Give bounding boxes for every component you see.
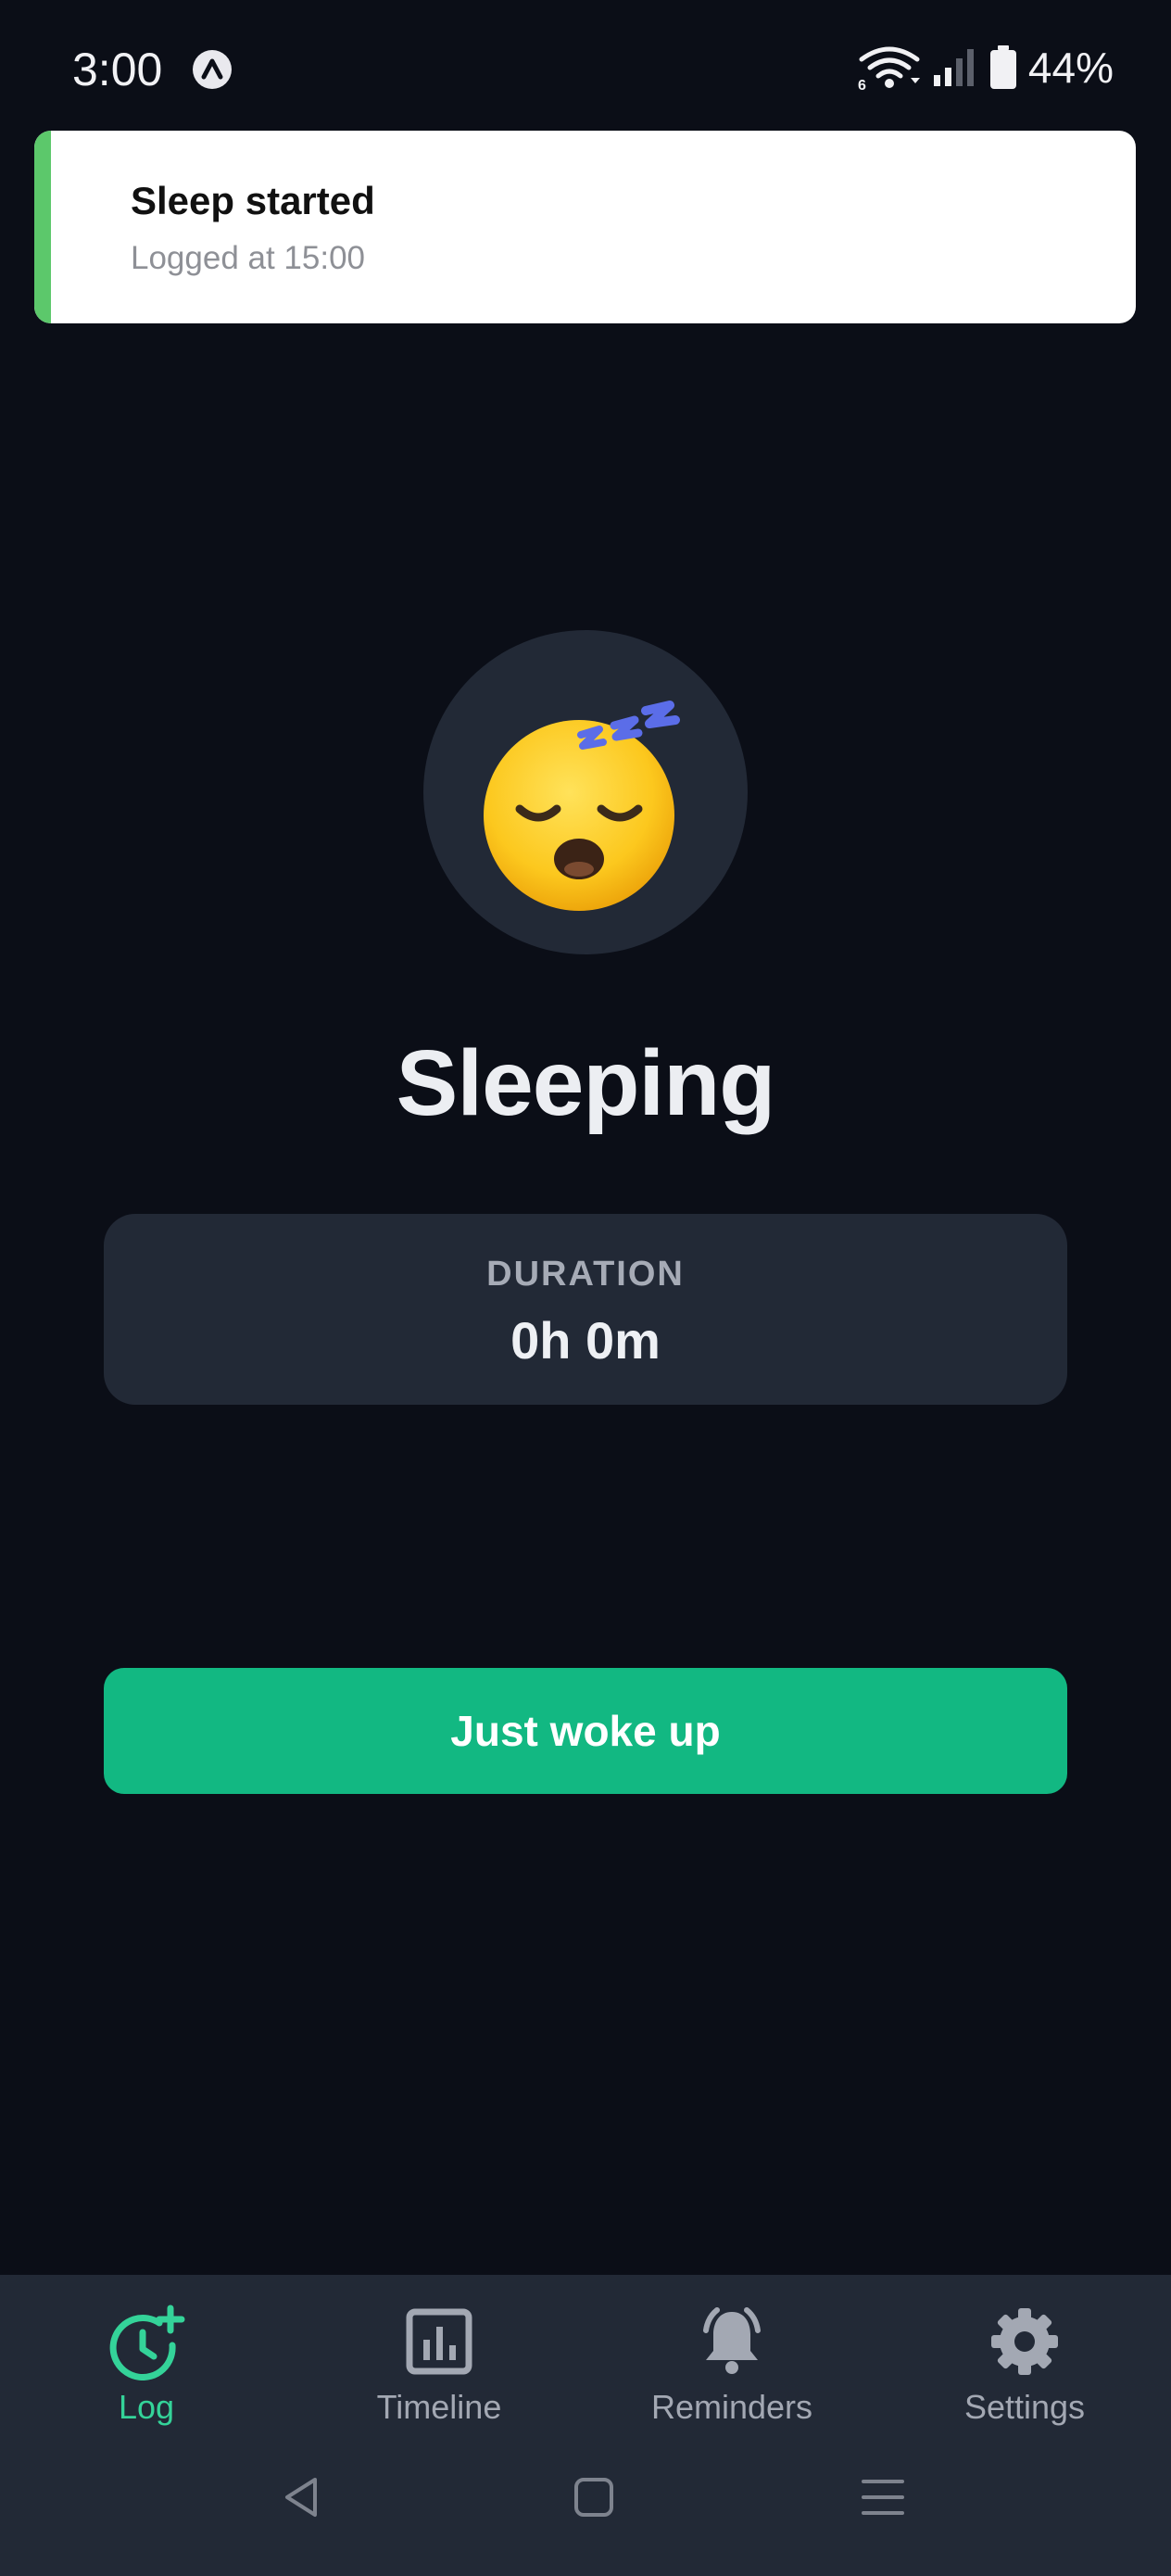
nav-label-settings: Settings <box>963 2388 1086 2426</box>
toast-accent-bar <box>34 131 51 323</box>
nav-label-log: Log <box>118 2388 175 2426</box>
gear-icon <box>991 2308 1058 2375</box>
duration-card: DURATION 0h 0m <box>104 1214 1067 1405</box>
nav-item-reminders[interactable]: Reminders <box>586 2275 878 2451</box>
sleep-status-title: Sleeping <box>396 1031 776 1135</box>
network-type-label: 6 <box>858 78 866 91</box>
toast-subtitle: Logged at 15:00 <box>131 240 366 276</box>
bar-chart-icon <box>406 2308 472 2375</box>
bottom-navigation: Log Timeline Reminders Settings <box>0 2275 1171 2576</box>
battery-percent: 44% <box>1027 44 1114 92</box>
duration-label: DURATION <box>486 1255 685 1294</box>
toast-title: Sleep started <box>131 179 375 222</box>
back-icon[interactable] <box>278 2474 324 2520</box>
toast-notification[interactable]: Sleep started Logged at 15:00 <box>34 131 1136 323</box>
nav-item-log[interactable]: Log <box>0 2275 293 2451</box>
home-icon[interactable] <box>571 2474 617 2520</box>
nav-label-timeline: Timeline <box>376 2388 502 2426</box>
nav-item-timeline[interactable]: Timeline <box>293 2275 586 2451</box>
status-time: 3:00 <box>72 44 163 95</box>
clock-plus-icon <box>109 2305 185 2380</box>
wifi-icon: 6 <box>858 46 920 91</box>
sleeping-face-icon <box>484 701 680 911</box>
bell-icon <box>703 2307 761 2374</box>
app-a-icon <box>193 50 232 89</box>
status-bar: 3:00 6 44% <box>0 0 1171 130</box>
status-indicators: 6 44% <box>858 43 1114 93</box>
recents-icon[interactable] <box>860 2474 906 2520</box>
signal-icon <box>933 49 974 86</box>
just-woke-up-button[interactable]: Just woke up <box>104 1668 1067 1794</box>
nav-label-reminders: Reminders <box>650 2388 813 2426</box>
battery-icon <box>989 45 1016 89</box>
duration-value: 0h 0m <box>510 1311 661 1370</box>
nav-item-settings[interactable]: Settings <box>878 2275 1171 2451</box>
